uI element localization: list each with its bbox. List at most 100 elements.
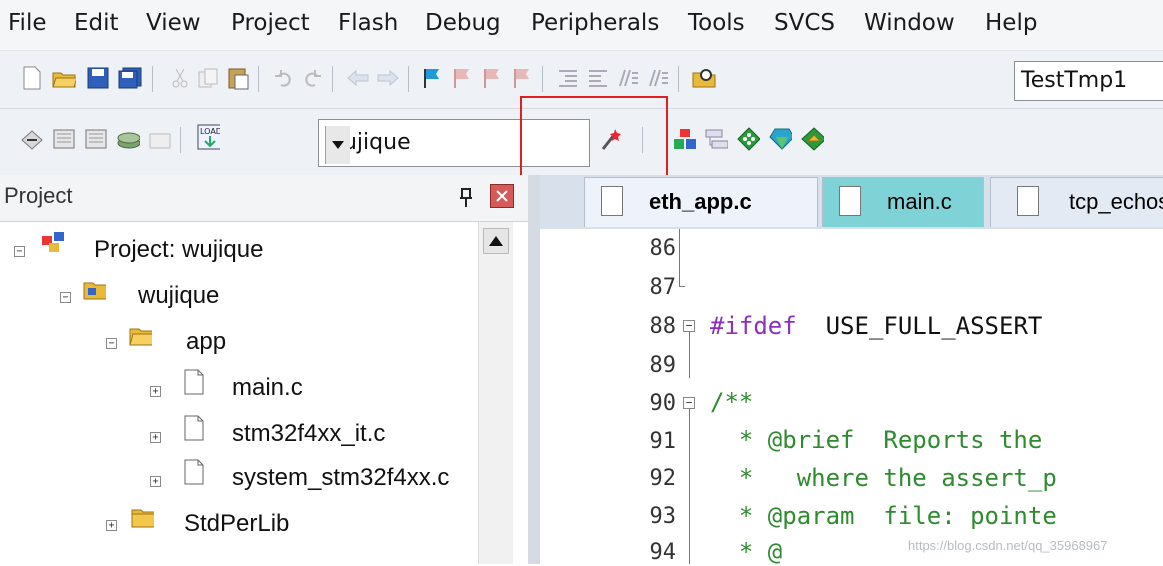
find-in-files-icon[interactable] [692,66,716,90]
menu-flash[interactable]: Flash [338,10,398,36]
bookmark-icon[interactable] [420,66,444,90]
build-icon[interactable] [52,127,76,151]
menu-window[interactable]: Window [864,10,955,36]
menu-svcs[interactable]: SVCS [774,10,835,36]
menu-help[interactable]: Help [985,10,1037,36]
save-all-icon[interactable] [118,66,142,90]
panel-splitter[interactable] [528,175,540,564]
indent-icon[interactable] [556,66,580,90]
tree-item-label: wujique [138,282,220,309]
file-icon [1017,186,1039,216]
nav-back-icon[interactable] [346,66,370,90]
svg-text:LOAD: LOAD [200,127,220,136]
expand-icon[interactable]: + [106,520,117,531]
stop-build-icon[interactable] [148,127,172,151]
redo-icon[interactable] [300,66,324,90]
folder-open-icon [128,324,152,348]
open-folder-icon[interactable] [52,66,76,90]
clear-bookmarks-icon[interactable] [510,66,534,90]
tree-item-label: system_stm32f4xx.c [232,464,450,491]
expand-icon[interactable]: + [150,432,161,443]
nav-forward-icon[interactable] [376,66,400,90]
download-icon[interactable]: LOAD [196,124,220,150]
target-folder-icon [82,278,106,302]
menu-tools[interactable]: Tools [688,10,745,36]
toolbar-separator [678,66,679,92]
tree-item-label: Project: wujique [94,236,264,263]
find-value: TestTmp1 [1021,68,1128,93]
fold-collapse-icon[interactable]: − [683,320,695,332]
undo-icon[interactable] [272,66,296,90]
toolbar-separator [408,66,409,92]
select-packs-icon[interactable] [704,127,728,151]
project-icon [40,230,64,254]
prev-bookmark-icon[interactable] [450,66,474,90]
tab-eth-app[interactable]: eth_app.c [584,177,818,227]
tree-item-label: main.c [232,374,303,401]
manage-runtime-icon[interactable] [736,127,760,151]
pin-icon[interactable] [454,186,478,210]
new-file-icon[interactable] [20,66,44,90]
menu-debug[interactable]: Debug [425,10,501,36]
expand-icon[interactable]: + [150,476,161,487]
project-panel-title: Project [4,183,73,208]
toolbar-separator [258,66,259,92]
rebuild-icon[interactable] [84,127,108,151]
fold-line [679,229,680,287]
preprocessor-directive: #ifdef [710,312,797,340]
collapse-icon[interactable]: − [14,246,25,257]
watermark: https://blog.csdn.net/qq_35968967 [908,538,1108,553]
tab-main[interactable]: main.c [822,177,984,227]
save-icon[interactable] [86,66,110,90]
pack-installer-icon[interactable] [768,127,792,151]
manage-project-items-icon[interactable] [672,127,696,151]
code-line: /** [710,388,754,416]
copy-icon[interactable] [196,66,220,90]
line-number: 86 [649,236,677,261]
translate-icon[interactable] [20,127,44,151]
fold-line [679,286,685,287]
menu-view[interactable]: View [146,10,201,36]
code-line: * where the assert_p [710,464,1057,492]
collapse-icon[interactable]: − [60,292,71,303]
collapse-icon[interactable]: − [106,338,117,349]
uncomment-icon[interactable] [646,66,670,90]
code-line: #ifdef USE_FULL_ASSERT [710,312,1042,340]
cut-icon[interactable] [168,66,192,90]
project-panel-header: Project [0,175,528,222]
tab-label: tcp_echose [1069,189,1163,214]
toolbar-separator [180,127,181,153]
fold-line [689,332,690,378]
next-bookmark-icon[interactable] [480,66,504,90]
toolbar-separator [542,66,543,92]
find-combo[interactable]: TestTmp1 [1014,61,1163,101]
batch-build-icon[interactable] [116,127,140,151]
editor-tab-bar: eth_app.c main.c tcp_echose [540,175,1163,231]
fold-collapse-icon[interactable]: − [683,397,695,409]
menu-edit[interactable]: Edit [74,10,119,36]
code-line: * @brief Reports the [710,426,1043,454]
comment-icon[interactable] [616,66,640,90]
file-icon [182,369,206,395]
scroll-up-icon[interactable] [483,228,509,254]
close-icon[interactable] [490,184,514,208]
tree-scrollbar[interactable] [478,222,513,564]
tree-item-label: stm32f4xx_it.c [232,420,386,447]
code-line: * @param file: pointe [710,502,1057,530]
chevron-down-icon[interactable] [325,126,350,164]
line-number: 89 [649,353,677,378]
unindent-icon[interactable] [586,66,610,90]
tab-label: eth_app.c [649,189,752,214]
menu-peripherals[interactable]: Peripherals [531,10,659,36]
tab-tcp-echoserver[interactable]: tcp_echose [990,177,1163,227]
line-number: 93 [649,504,677,529]
pack-update-icon[interactable] [800,127,824,151]
line-number: 90 [649,391,677,416]
menu-file[interactable]: File [8,10,47,36]
expand-icon[interactable]: + [150,386,161,397]
code-text: USE_FULL_ASSERT [796,312,1043,340]
code-line: * @ [710,538,783,566]
menu-project[interactable]: Project [231,10,310,36]
paste-icon[interactable] [226,66,250,90]
highlight-box [520,96,668,182]
